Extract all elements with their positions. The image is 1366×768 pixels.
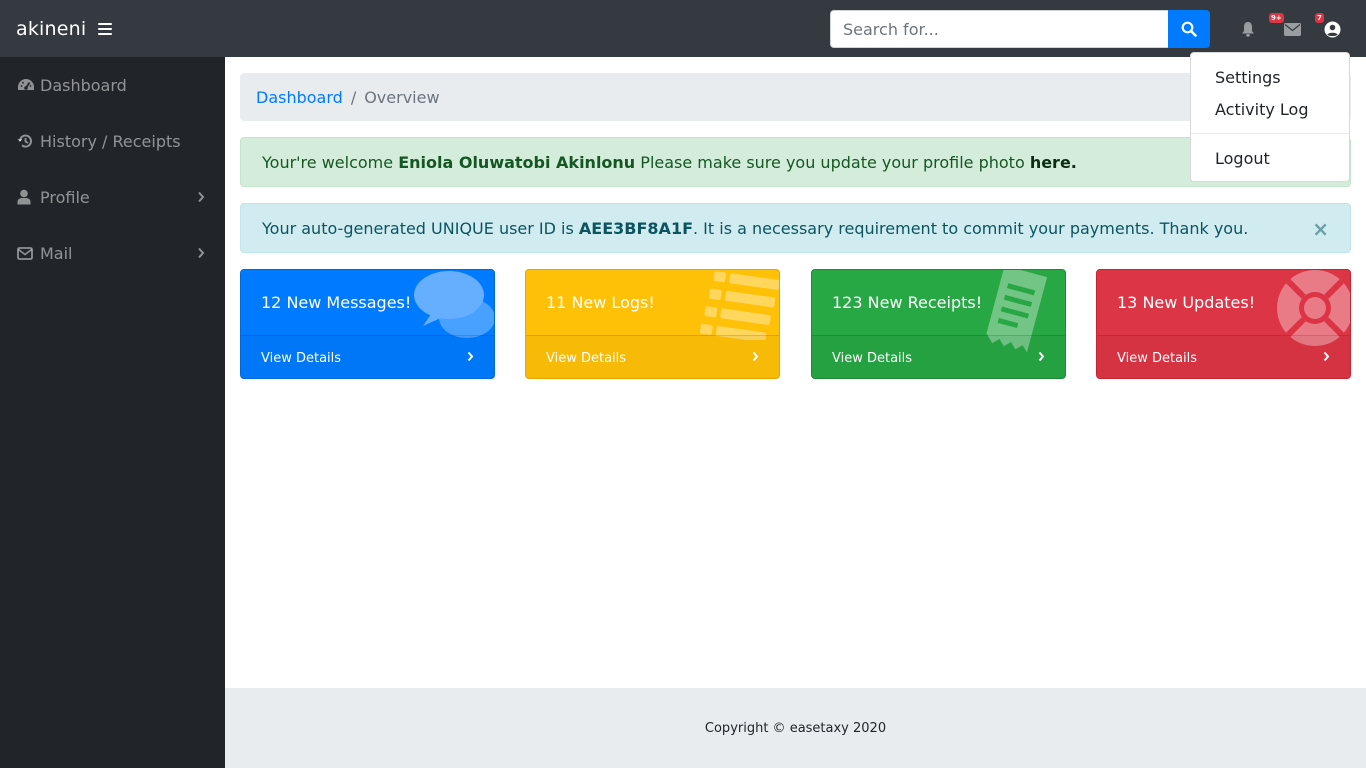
settings-menu-item[interactable]: Settings [1191,61,1349,93]
user-menu-button[interactable]: 7 [1315,13,1342,39]
search-button[interactable] [1168,10,1210,48]
sidebar-toggle-button[interactable] [98,22,113,35]
user-id-alert: Your auto-generated UNIQUE user ID is AE… [240,203,1351,253]
search-icon [1181,21,1197,37]
search-form [830,10,1210,48]
user-circle-icon [1324,21,1340,37]
card-title: 123 New Receipts! [832,293,983,312]
tachometer-icon [17,77,35,93]
chevron-right-icon [752,351,759,362]
brand-logo[interactable]: akineni [16,18,86,40]
breadcrumb-dashboard-link[interactable]: Dashboard [256,88,343,107]
logs-card: 11 New Logs! View Details [525,269,780,379]
messages-card: 12 New Messages! View Details [240,269,495,379]
welcome-alert: Your're welcome Eniola Oluwatobi Akinlon… [240,137,1351,187]
sidebar: Dashboard History / Receipts Profile Mai… [0,57,225,768]
messages-badge: 9+ [1269,13,1284,23]
envelope-icon [1283,22,1301,36]
dropdown-divider [1191,133,1349,134]
user-full-name: Eniola Oluwatobi Akinlonu [398,152,636,172]
user-id-alert-prefix: Your auto-generated UNIQUE user ID is [262,218,579,238]
card-link-label: View Details [1117,350,1198,366]
user-dropdown-menu: Settings Activity Log Logout [1190,52,1350,182]
breadcrumb: Dashboard / Overview [240,73,1351,121]
copyright-text: Copyright © easetaxy 2020 [704,720,887,736]
search-input[interactable] [830,10,1168,48]
chevron-right-icon [1323,351,1330,362]
update-photo-link[interactable]: here. [1030,153,1077,172]
chevron-right-icon [198,247,205,259]
messages-button[interactable]: 9+ [1269,13,1302,39]
chevron-right-icon [1038,351,1045,362]
sidebar-item-dashboard[interactable]: Dashboard [0,57,225,113]
card-title: 12 New Messages! [261,293,412,312]
card-link-label: View Details [261,350,342,366]
sidebar-item-mail[interactable]: Mail [0,225,225,281]
user-icon [17,189,35,205]
sidebar-item-label: Profile [40,187,90,207]
card-title: 11 New Logs! [546,293,655,312]
chevron-right-icon [467,351,474,362]
user-id-alert-suffix: . It is a necessary requirement to commi… [693,218,1249,238]
breadcrumb-current: Overview [364,87,440,107]
logout-menu-item[interactable]: Logout [1191,142,1349,174]
page-footer: Copyright © easetaxy 2020 [225,688,1366,768]
list-icon [699,271,779,340]
welcome-alert-middle: Please make sure you update your profile… [635,152,1030,172]
updates-card: 13 New Updates! View Details [1096,269,1351,379]
user-id-value: AEE3BF8A1F [578,218,693,238]
sidebar-item-label: Dashboard [40,75,127,95]
sidebar-item-label: History / Receipts [40,131,181,151]
card-title: 13 New Updates! [1117,293,1256,312]
user-badge: 7 [1315,13,1324,23]
updates-view-details-link[interactable]: View Details [1097,335,1350,378]
receipts-view-details-link[interactable]: View Details [812,335,1065,378]
messages-view-details-link[interactable]: View Details [241,335,494,378]
close-alert-button[interactable]: × [1312,217,1329,241]
card-link-label: View Details [832,350,913,366]
top-navbar: akineni 9+ 7 [0,0,1366,57]
envelope-icon [17,245,35,261]
sidebar-item-profile[interactable]: Profile [0,169,225,225]
bell-icon [1242,22,1254,37]
chevron-right-icon [198,191,205,203]
receipts-card: 123 New Receipts! View Details [811,269,1066,379]
history-icon [17,133,35,149]
alerts-button[interactable] [1238,19,1258,39]
breadcrumb-separator: / [350,87,357,107]
logs-view-details-link[interactable]: View Details [526,335,779,378]
sidebar-item-history[interactable]: History / Receipts [0,113,225,169]
card-link-label: View Details [546,350,627,366]
activity-log-menu-item[interactable]: Activity Log [1191,93,1349,125]
sidebar-item-label: Mail [40,243,73,263]
welcome-alert-prefix: Your're welcome [262,152,399,172]
